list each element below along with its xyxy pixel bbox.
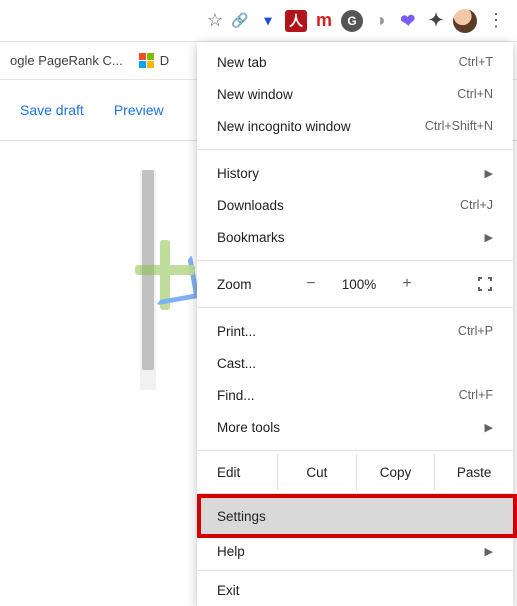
menu-item-label: Print... [217, 324, 256, 339]
menu-new-tab[interactable]: New tab Ctrl+T [197, 46, 513, 78]
menu-divider [197, 450, 513, 451]
submenu-arrow-icon: ▶ [485, 231, 493, 244]
menu-divider [197, 493, 513, 494]
menu-history[interactable]: History ▶ [197, 157, 513, 189]
edit-cut-button[interactable]: Cut [277, 454, 356, 490]
menu-divider [197, 307, 513, 308]
zoom-value: 100% [335, 277, 383, 292]
menu-print[interactable]: Print... Ctrl+P [197, 315, 513, 347]
settings-highlight-wrap: Settings [197, 497, 513, 535]
menu-edit-row: Edit Cut Copy Paste [197, 454, 513, 490]
menu-new-incognito[interactable]: New incognito window Ctrl+Shift+N [197, 110, 513, 142]
bookmark-star-icon[interactable]: ☆ [207, 10, 223, 31]
menu-item-label: Bookmarks [217, 230, 285, 245]
menu-more-tools[interactable]: More tools ▶ [197, 411, 513, 443]
menu-bookmarks[interactable]: Bookmarks ▶ [197, 221, 513, 253]
chrome-menu-button[interactable]: ⋮ [483, 8, 509, 34]
zoom-label: Zoom [217, 277, 287, 292]
menu-item-label: History [217, 166, 259, 181]
menu-item-label: New incognito window [217, 119, 351, 134]
menu-item-shortcut: Ctrl+P [458, 324, 493, 338]
zoom-in-button[interactable]: + [395, 275, 419, 293]
browser-toolbar: ☆ 🔗 ▾ 人 m G ◑ ❤ ✦ ⋮ [0, 0, 517, 42]
bookmark-item-ms[interactable]: D [139, 53, 169, 68]
menu-downloads[interactable]: Downloads Ctrl+J [197, 189, 513, 221]
preview-link[interactable]: Preview [114, 102, 164, 118]
menu-cast[interactable]: Cast... [197, 347, 513, 379]
microsoft-logo-icon [139, 53, 154, 68]
ext-circle-icon[interactable]: ◑ [369, 10, 391, 32]
menu-help[interactable]: Help ▶ [197, 535, 513, 567]
ext-y-icon[interactable]: ▾ [257, 10, 279, 32]
profile-avatar[interactable] [453, 9, 477, 33]
ext-link-icon[interactable]: 🔗 [229, 10, 251, 32]
menu-item-shortcut: Ctrl+N [457, 87, 493, 101]
menu-exit[interactable]: Exit [197, 574, 513, 606]
menu-item-label: Exit [217, 583, 240, 598]
menu-zoom-row: Zoom − 100% + [197, 264, 513, 304]
menu-divider [197, 149, 513, 150]
menu-item-label: Settings [217, 509, 266, 524]
ext-grammarly-icon[interactable]: G [341, 10, 363, 32]
menu-item-label: New tab [217, 55, 267, 70]
menu-item-label: Help [217, 544, 245, 559]
chrome-menu: New tab Ctrl+T New window Ctrl+N New inc… [197, 42, 513, 606]
menu-divider [197, 570, 513, 571]
submenu-arrow-icon: ▶ [485, 421, 493, 434]
save-draft-link[interactable]: Save draft [20, 102, 84, 118]
menu-item-label: Cast... [217, 356, 256, 371]
menu-new-window[interactable]: New window Ctrl+N [197, 78, 513, 110]
menu-item-label: More tools [217, 420, 280, 435]
scrollbar-track[interactable] [140, 170, 156, 390]
fullscreen-button[interactable] [477, 276, 493, 292]
ext-m-icon[interactable]: m [313, 10, 335, 32]
ext-check-icon[interactable]: ❤ [396, 9, 420, 33]
bookmark-label: D [160, 53, 169, 68]
menu-divider [197, 260, 513, 261]
submenu-arrow-icon: ▶ [485, 545, 493, 558]
menu-item-shortcut: Ctrl+F [459, 388, 493, 402]
scrollbar-thumb[interactable] [142, 170, 154, 370]
fullscreen-icon [477, 276, 493, 292]
menu-item-shortcut: Ctrl+Shift+N [425, 119, 493, 133]
bookmark-label: ogle PageRank C... [10, 53, 123, 68]
menu-item-shortcut: Ctrl+J [460, 198, 493, 212]
menu-find[interactable]: Find... Ctrl+F [197, 379, 513, 411]
edit-copy-button[interactable]: Copy [356, 454, 435, 490]
menu-item-label: Find... [217, 388, 255, 403]
submenu-arrow-icon: ▶ [485, 167, 493, 180]
ext-pdf-icon[interactable]: 人 [285, 10, 307, 32]
menu-item-label: New window [217, 87, 293, 102]
extensions-puzzle-icon[interactable]: ✦ [425, 10, 447, 32]
menu-item-shortcut: Ctrl+T [459, 55, 493, 69]
menu-item-label: Downloads [217, 198, 284, 213]
bookmark-item-pagerank[interactable]: ogle PageRank C... [10, 53, 123, 68]
zoom-out-button[interactable]: − [299, 275, 323, 293]
edit-paste-button[interactable]: Paste [434, 454, 513, 490]
edit-label: Edit [197, 454, 277, 490]
menu-settings[interactable]: Settings [197, 497, 513, 535]
